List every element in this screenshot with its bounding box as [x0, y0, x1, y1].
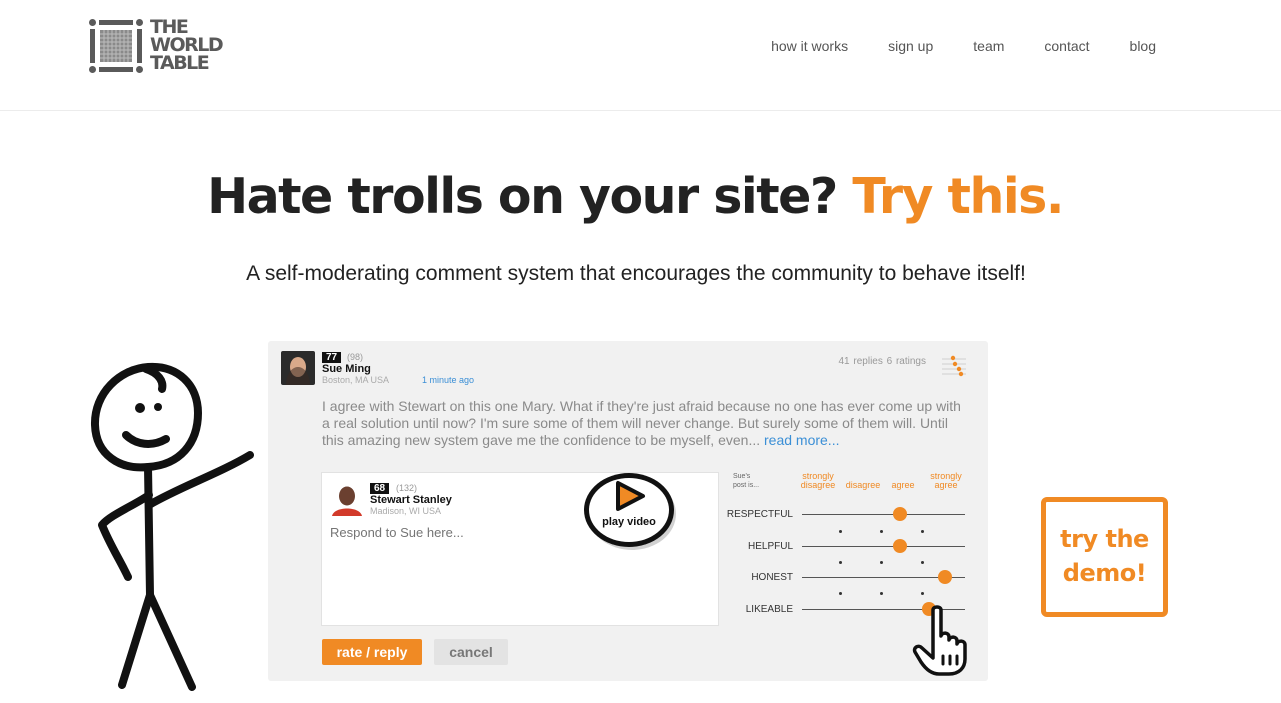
pointing-hand-cursor-icon — [912, 605, 967, 676]
post-body: I agree with Stewart on this one Mary. W… — [322, 398, 962, 449]
logo[interactable]: THE WORLD TABLE — [88, 18, 228, 76]
scale-header-strongly-agree: strongly agree — [926, 472, 966, 490]
play-icon — [584, 473, 676, 550]
sue-rating-count: (98) — [347, 352, 364, 362]
sue-score-badge: 77 — [322, 352, 342, 363]
scale-tick — [839, 530, 842, 533]
category-helpful: HELPFUL — [747, 541, 793, 552]
sue-avatar — [281, 351, 315, 385]
stick-figure-illustration — [90, 362, 254, 691]
slider-track[interactable] — [802, 546, 965, 547]
post-stats: 41 replies 6 ratings — [838, 356, 927, 367]
play-video-button[interactable]: play video — [581, 471, 677, 551]
try-demo-line: try the — [1060, 525, 1149, 553]
logo-wordmark: THE WORLD TABLE — [150, 18, 224, 74]
post-text: I agree with Stewart on this one Mary. W… — [322, 398, 961, 448]
try-demo-button[interactable]: try the demo! — [1041, 497, 1168, 617]
post-timestamp: 1 minute ago — [422, 375, 475, 385]
stewart-location: Madison, WI USA — [370, 506, 442, 516]
stewart-avatar — [330, 482, 364, 516]
play-video-label: play video — [602, 516, 656, 528]
read-more-link[interactable]: read more... — [764, 432, 839, 448]
hero-subtitle: A self-moderating comment system that en… — [246, 262, 1026, 285]
nav-sign-up[interactable]: sign up — [888, 38, 933, 54]
scale-intro-line: post is... — [733, 482, 760, 489]
main-nav: how it works sign up team contact blog — [771, 38, 1156, 54]
nav-how-it-works[interactable]: how it works — [771, 38, 848, 54]
scale-tick — [880, 592, 883, 595]
category-likeable: LIKEABLE — [745, 604, 793, 615]
nav-contact[interactable]: contact — [1044, 38, 1089, 54]
site-header: THE WORLD TABLE how it works sign up tea… — [0, 0, 1281, 111]
nav-blog[interactable]: blog — [1130, 38, 1156, 54]
scale-tick — [921, 561, 924, 564]
logo-line: TABLE — [150, 52, 210, 74]
comment-demo-panel: 77 (98) Sue Ming Boston, MA USA 1 minute… — [268, 341, 988, 681]
logo-mark-icon — [89, 19, 143, 73]
scale-intro: Sue's post is... — [733, 472, 773, 490]
stewart-name[interactable]: Stewart Stanley — [370, 494, 452, 506]
scale-header-agree: agree — [891, 480, 915, 490]
headline-text: Hate trolls on your site? — [207, 168, 838, 225]
hero-headline: Hate trolls on your site? Try this. — [0, 168, 1270, 225]
scale-header-disagree: disagree — [845, 480, 881, 490]
stewart-rating-count: (132) — [396, 483, 418, 493]
nav-team[interactable]: team — [973, 38, 1004, 54]
scale-tick — [880, 530, 883, 533]
scale-tick — [880, 561, 883, 564]
cancel-button[interactable]: cancel — [434, 639, 508, 665]
try-demo-label: try the demo! — [1046, 522, 1163, 590]
scale-tick — [839, 561, 842, 564]
category-respectful: RESPECTFUL — [726, 509, 793, 520]
scale-header-line: disagree — [800, 480, 836, 490]
scale-tick — [921, 592, 924, 595]
slider-track[interactable] — [802, 514, 965, 515]
rate-reply-button[interactable]: rate / reply — [322, 639, 422, 665]
sue-name[interactable]: Sue Ming — [322, 363, 371, 375]
scale-tick — [839, 592, 842, 595]
try-demo-line: demo! — [1062, 559, 1147, 587]
slider-knob-honest[interactable] — [938, 570, 953, 584]
slider-knob-helpful[interactable] — [892, 539, 907, 553]
scale-tick — [921, 530, 924, 533]
stewart-score-badge: 68 — [370, 483, 390, 494]
scale-header-line: agree — [934, 480, 958, 490]
scale-header-strongly-disagree: strongly disagree — [796, 472, 840, 490]
headline-accent: Try this. — [852, 168, 1064, 225]
category-honest: HONEST — [751, 572, 793, 583]
sue-location: Boston, MA USA — [322, 375, 390, 385]
scale-intro-line: Sue's — [733, 473, 751, 480]
slider-knob-respectful[interactable] — [892, 507, 907, 521]
rating-dots-icon[interactable] — [940, 354, 968, 378]
